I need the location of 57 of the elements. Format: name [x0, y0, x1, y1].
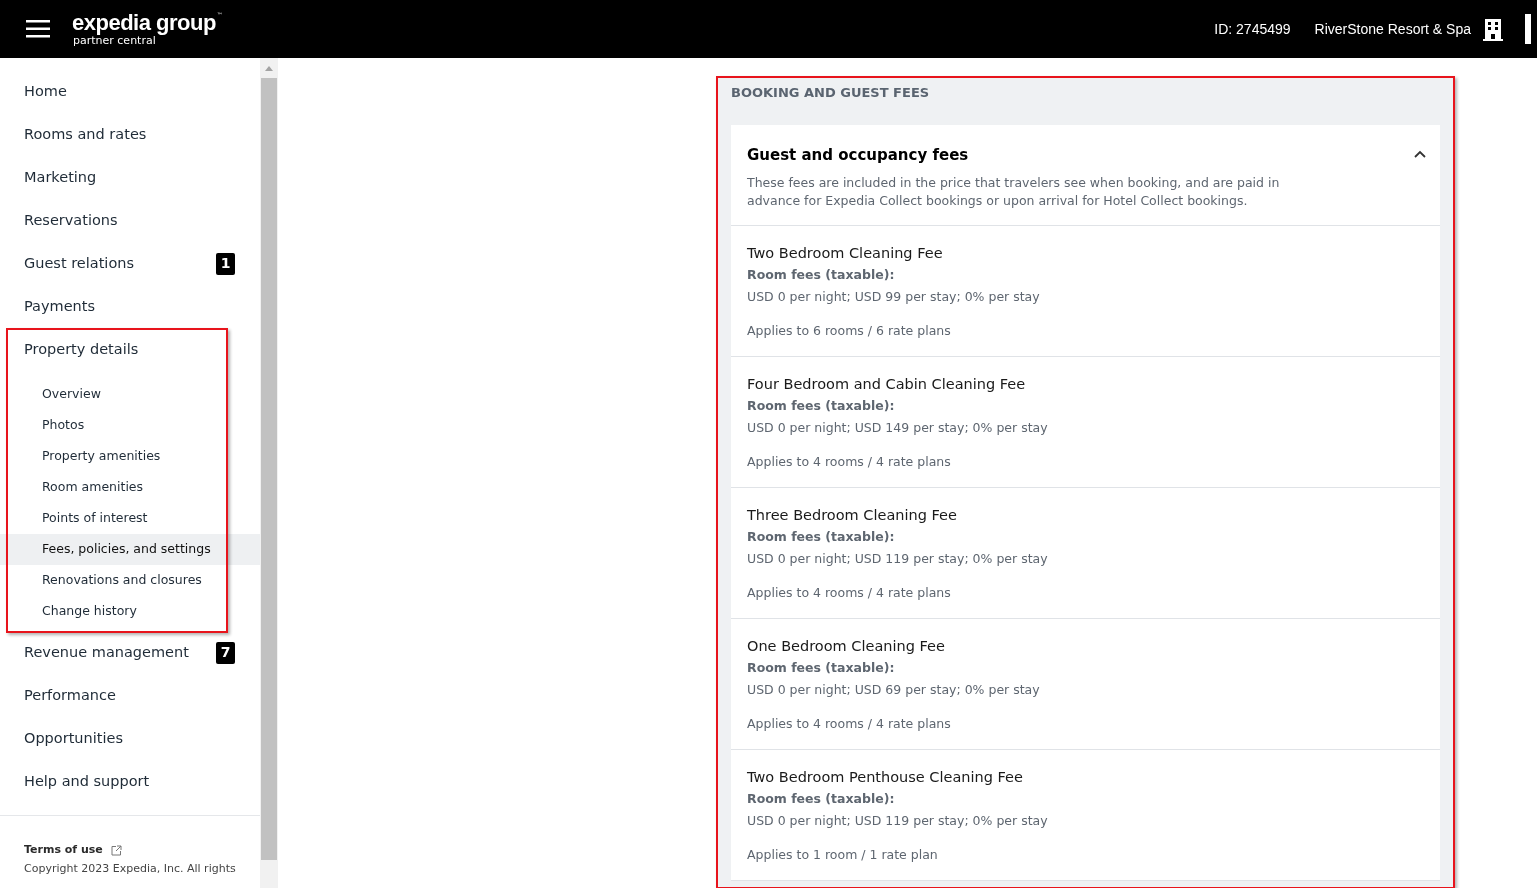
fee-applies: Applies to 4 rooms / 4 rate plans: [747, 714, 952, 733]
fee-detail: USD 0 per night; USD 69 per stay; 0% per stay: [747, 680, 1041, 699]
scrollbar-thumb[interactable]: [261, 78, 277, 860]
chevron-up-icon[interactable]: [1414, 150, 1426, 158]
fee-category: Room fees (taxable):: [747, 789, 896, 808]
fee-detail: USD 0 per night; USD 119 per stay; 0% per stay: [747, 549, 1049, 568]
nav-item[interactable]: Performance: [0, 674, 260, 717]
menu-icon[interactable]: [26, 20, 50, 38]
nav-subitem[interactable]: Room amenities: [0, 472, 260, 503]
nav-item[interactable]: Reservations: [0, 199, 260, 242]
fee-category: Room fees (taxable):: [747, 265, 896, 284]
property-id: ID: 2745499: [1214, 19, 1291, 39]
property-name[interactable]: RiverStone Resort & Spa: [1314, 18, 1471, 40]
fee-applies: Applies to 4 rooms / 4 rate plans: [747, 452, 952, 471]
nav-item[interactable]: Marketing: [0, 156, 260, 199]
header-edge-panel: [1525, 14, 1531, 44]
building-icon[interactable]: [1483, 17, 1503, 41]
copyright-text: Copyright 2023 Expedia, Inc. All rights: [24, 860, 237, 877]
fee-category: Room fees (taxable):: [747, 396, 896, 415]
nav-subitem[interactable]: Photos: [0, 410, 260, 441]
fee-detail: USD 0 per night; USD 99 per stay; 0% per stay: [747, 287, 1041, 306]
fee-name: Two Bedroom Penthouse Cleaning Fee: [747, 767, 1024, 787]
card-title: Guest and occupancy fees: [747, 145, 970, 166]
nav-subitem[interactable]: Property amenities: [0, 441, 260, 472]
fee-category: Room fees (taxable):: [747, 658, 896, 677]
section-title: BOOKING AND GUEST FEES: [731, 84, 931, 102]
fee-applies: Applies to 6 rooms / 6 rate plans: [747, 321, 952, 340]
nav-subitem[interactable]: Overview: [0, 379, 260, 410]
nav-item[interactable]: Help and support: [0, 760, 260, 803]
count-badge: 1: [216, 252, 235, 275]
fee-name: Two Bedroom Cleaning Fee: [747, 243, 944, 263]
nav-subitem[interactable]: Change history: [0, 596, 260, 627]
fee-name: One Bedroom Cleaning Fee: [747, 636, 946, 656]
nav-item[interactable]: Opportunities: [0, 717, 260, 760]
nav-item[interactable]: Payments: [0, 285, 260, 328]
nav-subitem[interactable]: Renovations and closures: [0, 565, 260, 596]
fee-detail: USD 0 per night; USD 119 per stay; 0% per stay: [747, 811, 1049, 830]
nav-subitem[interactable]: Fees, policies, and settings: [0, 534, 260, 565]
fee-category: Room fees (taxable):: [747, 527, 896, 546]
terms-link[interactable]: Terms of use: [24, 842, 103, 859]
scrollbar[interactable]: [260, 58, 278, 888]
nav-item[interactable]: Property details: [0, 328, 260, 371]
count-badge: 7: [216, 641, 235, 664]
nav-item[interactable]: Rooms and rates: [0, 113, 260, 156]
fee-name: Three Bedroom Cleaning Fee: [747, 505, 958, 525]
fee-detail: USD 0 per night; USD 149 per stay; 0% per stay: [747, 418, 1049, 437]
external-link-icon: [110, 844, 122, 856]
fee-applies: Applies to 4 rooms / 4 rate plans: [747, 583, 952, 602]
brand-subtitle: partner central: [73, 35, 157, 46]
brand-logo-text[interactable]: expedia group: [72, 12, 216, 34]
nav-item[interactable]: Guest relations 1: [0, 242, 260, 285]
nav-item[interactable]: Revenue management 7: [0, 631, 260, 674]
nav-item[interactable]: Home: [0, 70, 260, 113]
fee-name: Four Bedroom and Cabin Cleaning Fee: [747, 374, 1027, 394]
fee-applies: Applies to 1 room / 1 rate plan: [747, 845, 939, 864]
nav-subitem[interactable]: Points of interest: [0, 503, 260, 534]
card-description: These fees are included in the price that travelers see when booking, and are paid in advance for Expedia Collect bookings or upon arrival for Hotel Collect bookings.: [747, 173, 1281, 210]
